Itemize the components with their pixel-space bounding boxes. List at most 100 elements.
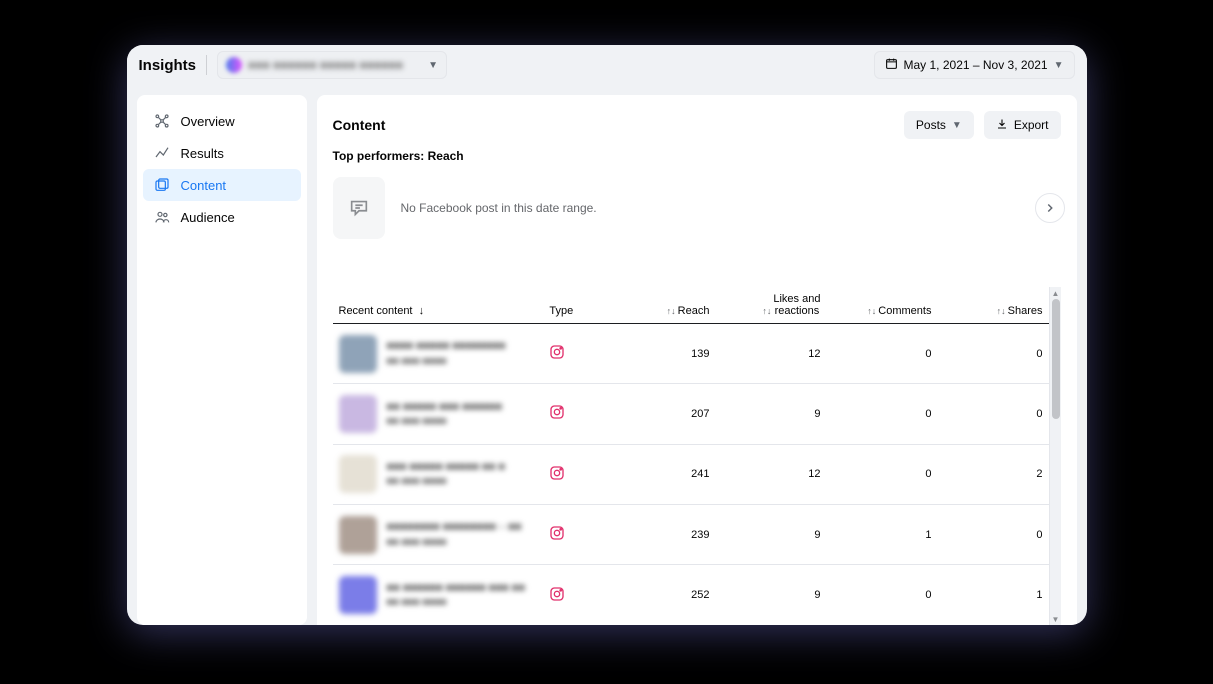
sidebar-item-audience[interactable]: Audience <box>143 201 301 233</box>
sidebar-item-label: Audience <box>181 210 235 225</box>
table-scrollbar[interactable]: ▲ ▼ <box>1049 287 1061 625</box>
comments-cell: 0 <box>826 565 937 625</box>
posts-button-label: Posts <box>916 118 946 132</box>
post-cell: ■■ ■■■■■ ■■■ ■■■■■■■■ ■■■ ■■■■ <box>333 384 544 444</box>
likes-cell: 12 <box>715 324 826 384</box>
chevron-right-icon <box>1043 201 1057 215</box>
comments-cell: 0 <box>826 384 937 444</box>
instagram-icon <box>549 586 565 602</box>
chevron-down-icon: ▼ <box>428 60 438 71</box>
shares-cell: 0 <box>937 324 1048 384</box>
posts-filter-button[interactable]: Posts ▼ <box>904 111 974 139</box>
shares-cell: 0 <box>937 384 1048 444</box>
scroll-up-icon: ▲ <box>1050 287 1061 299</box>
page-name-blurred: ■■■ ■■■■■■ ■■■■■ ■■■■■■ <box>248 58 403 72</box>
sidebar-item-overview[interactable]: Overview <box>143 105 301 137</box>
col-recent[interactable]: Recent content ↓ <box>333 287 544 324</box>
post-title-blurred: ■■■■ ■■■■■ ■■■■■■■■■■ ■■■ ■■■■ <box>387 339 506 368</box>
instagram-icon <box>549 525 565 541</box>
col-type[interactable]: Type <box>543 287 604 324</box>
likes-cell: 12 <box>715 444 826 504</box>
header-actions: Posts ▼ Export <box>904 111 1061 139</box>
insights-window: Insights ■■■ ■■■■■■ ■■■■■ ■■■■■■ ▼ May 1… <box>127 45 1087 625</box>
date-range-label: May 1, 2021 – Nov 3, 2021 <box>904 58 1048 72</box>
table-row[interactable]: ■■■■ ■■■■■ ■■■■■■■■■■ ■■■ ■■■■1391200 <box>333 324 1049 384</box>
reach-cell: 139 <box>604 324 715 384</box>
reach-cell: 207 <box>604 384 715 444</box>
table-row[interactable]: ■■ ■■■■■ ■■■ ■■■■■■■■ ■■■ ■■■■207900 <box>333 384 1049 444</box>
col-likes[interactable]: ↑↓Likes and reactions <box>715 287 826 324</box>
chevron-down-icon: ▼ <box>1054 60 1064 71</box>
chat-bubble-icon <box>348 197 370 219</box>
body: Overview Results Content Audience <box>127 85 1087 625</box>
sort-icon: ↑↓ <box>762 306 771 316</box>
main-panel: Content Posts ▼ Export Top performers: R… <box>317 95 1077 625</box>
reach-cell: 239 <box>604 504 715 564</box>
col-shares[interactable]: ↑↓Shares <box>937 287 1048 324</box>
scroll-down-icon: ▼ <box>1050 613 1061 625</box>
type-cell <box>543 504 604 564</box>
shares-cell: 0 <box>937 504 1048 564</box>
audience-icon <box>153 208 171 226</box>
type-cell <box>543 324 604 384</box>
instagram-icon <box>549 465 565 481</box>
type-cell <box>543 565 604 625</box>
content-icon <box>153 176 171 194</box>
empty-post-card <box>333 177 385 239</box>
next-arrow-button[interactable] <box>1035 193 1065 223</box>
comments-cell: 0 <box>826 444 937 504</box>
post-title-blurred: ■■ ■■■■■ ■■■ ■■■■■■■■ ■■■ ■■■■ <box>387 400 502 429</box>
page-avatar-icon <box>226 57 242 73</box>
type-cell <box>543 444 604 504</box>
post-title-blurred: ■■■■■■■■ ■■■■■■■■ – ■■■■ ■■■ ■■■■ <box>387 520 522 549</box>
sidebar-item-label: Content <box>181 178 227 193</box>
post-thumbnail <box>339 335 377 373</box>
sidebar-item-content[interactable]: Content <box>143 169 301 201</box>
sort-icon: ↑↓ <box>867 306 876 316</box>
likes-cell: 9 <box>715 384 826 444</box>
top-performers-row: No Facebook post in this date range. <box>333 177 1061 239</box>
post-cell: ■■ ■■■■■■ ■■■■■■ ■■■ ■■■■ ■■■ ■■■■ <box>333 565 544 625</box>
likes-cell: 9 <box>715 565 826 625</box>
chevron-down-icon: ▼ <box>952 120 962 131</box>
main-header: Content Posts ▼ Export <box>333 111 1061 139</box>
content-table-body: ■■■■ ■■■■■ ■■■■■■■■■■ ■■■ ■■■■1391200■■ … <box>333 324 1049 626</box>
calendar-icon <box>885 57 898 73</box>
page-selector[interactable]: ■■■ ■■■■■■ ■■■■■ ■■■■■■ ▼ <box>217 51 447 79</box>
content-table-wrap: Recent content ↓ Type ↑↓Reach ↑↓Likes an… <box>333 287 1061 625</box>
main-title: Content <box>333 117 386 133</box>
sidebar-item-label: Results <box>181 146 224 161</box>
sort-icon: ↑↓ <box>997 306 1006 316</box>
table-row[interactable]: ■■ ■■■■■■ ■■■■■■ ■■■ ■■■■ ■■■ ■■■■252901 <box>333 565 1049 625</box>
post-thumbnail <box>339 576 377 614</box>
type-cell <box>543 384 604 444</box>
sort-down-icon: ↓ <box>419 305 425 317</box>
post-cell: ■■■■■■■■ ■■■■■■■■ – ■■■■ ■■■ ■■■■ <box>333 504 544 564</box>
post-title-blurred: ■■■ ■■■■■ ■■■■■ ■■ ■■■ ■■■ ■■■■ <box>387 460 506 489</box>
shares-cell: 1 <box>937 565 1048 625</box>
comments-cell: 0 <box>826 324 937 384</box>
post-cell: ■■■■ ■■■■■ ■■■■■■■■■■ ■■■ ■■■■ <box>333 324 544 384</box>
table-row[interactable]: ■■■■■■■■ ■■■■■■■■ – ■■■■ ■■■ ■■■■239910 <box>333 504 1049 564</box>
separator <box>206 55 207 75</box>
likes-cell: 9 <box>715 504 826 564</box>
post-cell: ■■■ ■■■■■ ■■■■■ ■■ ■■■ ■■■ ■■■■ <box>333 444 544 504</box>
post-thumbnail <box>339 455 377 493</box>
page-title: Insights <box>139 57 197 74</box>
export-button-label: Export <box>1014 118 1049 132</box>
table-row[interactable]: ■■■ ■■■■■ ■■■■■ ■■ ■■■ ■■■ ■■■■2411202 <box>333 444 1049 504</box>
sidebar-item-results[interactable]: Results <box>143 137 301 169</box>
col-comments[interactable]: ↑↓Comments <box>826 287 937 324</box>
date-range-picker[interactable]: May 1, 2021 – Nov 3, 2021 ▼ <box>874 51 1075 79</box>
scroll-thumb[interactable] <box>1052 299 1060 419</box>
content-table: Recent content ↓ Type ↑↓Reach ↑↓Likes an… <box>333 287 1049 625</box>
col-reach[interactable]: ↑↓Reach <box>604 287 715 324</box>
export-button[interactable]: Export <box>984 111 1061 139</box>
post-thumbnail <box>339 395 377 433</box>
sidebar-item-label: Overview <box>181 114 235 129</box>
instagram-icon <box>549 404 565 420</box>
post-thumbnail <box>339 516 377 554</box>
results-icon <box>153 144 171 162</box>
shares-cell: 2 <box>937 444 1048 504</box>
no-post-message: No Facebook post in this date range. <box>401 201 597 215</box>
